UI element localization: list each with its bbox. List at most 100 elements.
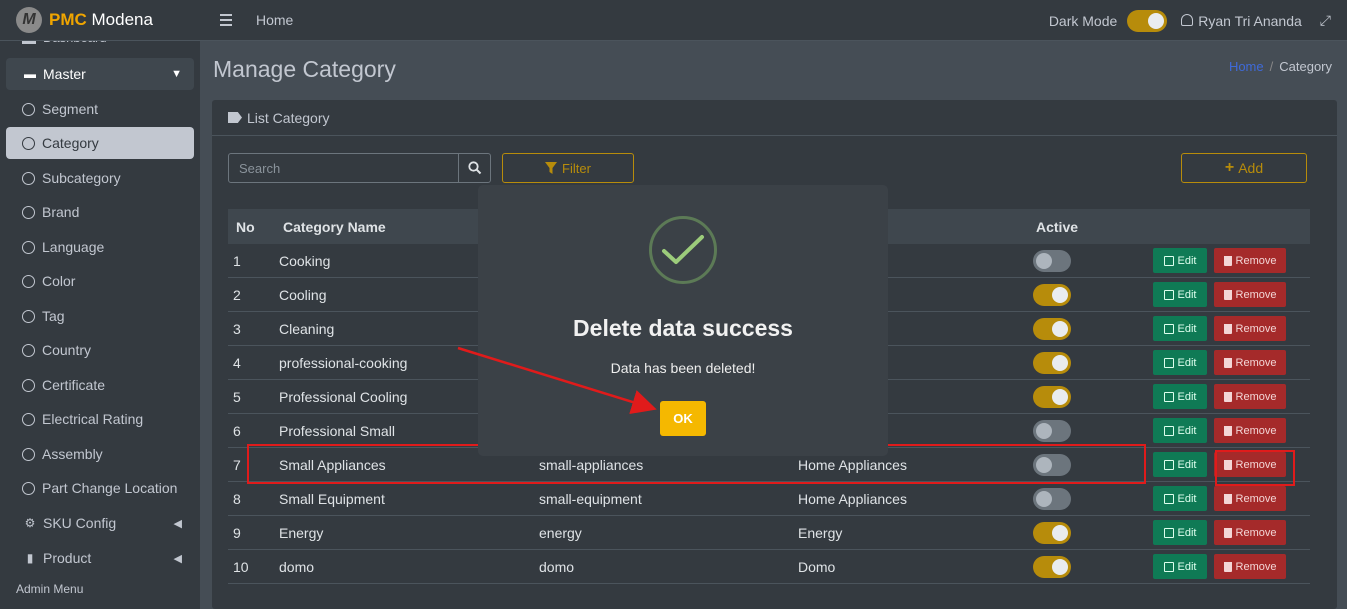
remove-button[interactable]: Remove — [1214, 520, 1286, 545]
circle-icon — [22, 378, 35, 392]
active-toggle[interactable] — [1033, 351, 1071, 374]
edit-icon — [1163, 323, 1174, 334]
remove-button[interactable]: Remove — [1214, 282, 1286, 307]
box-icon: ▮ — [26, 551, 34, 565]
active-cell — [1033, 555, 1071, 578]
sidebar-item-part-change-location[interactable]: Part Change Location — [6, 472, 194, 504]
active-toggle[interactable] — [1033, 283, 1071, 306]
active-toggle[interactable] — [1033, 419, 1071, 442]
trash-icon — [1223, 255, 1232, 266]
edit-icon — [1163, 357, 1174, 368]
search-button[interactable] — [458, 154, 490, 182]
sidebar-item-brand[interactable]: Brand — [6, 196, 194, 228]
success-check-icon — [649, 216, 717, 284]
sidebar-item-segment[interactable]: Segment — [6, 93, 194, 125]
sidebar-item-tag[interactable]: Tag — [6, 300, 194, 332]
sidebar-item-assembly[interactable]: Assembly — [6, 438, 194, 470]
edit-button[interactable]: Edit — [1153, 452, 1207, 477]
edit-icon — [1163, 493, 1174, 504]
sidebar-item-sku-config[interactable]: ⚙ SKU Config ◀ — [6, 507, 194, 539]
user-menu[interactable]: Ryan Tri Ananda — [1181, 13, 1302, 29]
brand[interactable]: M PMC Modena — [0, 0, 200, 41]
sidebar-item-color[interactable]: Color — [6, 265, 194, 297]
cell-no: 7 — [233, 456, 241, 473]
sidebar-item-label: Part Change Location — [42, 480, 178, 496]
trash-icon — [1223, 391, 1232, 402]
edit-button[interactable]: Edit — [1153, 282, 1207, 307]
active-toggle[interactable] — [1033, 521, 1071, 544]
cell-segment: Home Appliances — [798, 490, 907, 507]
sidebar-item-electrical-rating[interactable]: Electrical Rating — [6, 403, 194, 435]
edit-icon — [1163, 561, 1174, 572]
edit-label: Edit — [1177, 322, 1197, 335]
user-name: Ryan Tri Ananda — [1198, 12, 1302, 29]
dark-mode-label: Dark Mode — [1048, 12, 1118, 29]
remove-label: Remove — [1235, 254, 1277, 267]
sidebar-item-product[interactable]: ▮ Product ◀ — [6, 542, 194, 574]
sidebar-header-admin-menu: Admin Menu — [16, 582, 84, 596]
cell-slug: small-equipment — [539, 490, 642, 507]
edit-icon — [1163, 289, 1174, 300]
active-cell — [1033, 419, 1071, 442]
active-toggle[interactable] — [1033, 385, 1071, 408]
cell-no: 5 — [233, 388, 241, 405]
brand-logo: M — [16, 7, 42, 33]
sidebar-item-country[interactable]: Country — [6, 334, 194, 366]
remove-label: Remove — [1235, 424, 1277, 437]
dark-mode-toggle[interactable] — [1127, 9, 1168, 32]
trash-icon — [1223, 493, 1232, 504]
remove-label: Remove — [1235, 356, 1277, 369]
edit-button[interactable]: Edit — [1153, 316, 1207, 341]
edit-button[interactable]: Edit — [1153, 384, 1207, 409]
row-actions: Edit Remove — [1153, 554, 1286, 579]
circle-icon — [22, 343, 35, 357]
edit-label: Edit — [1177, 254, 1197, 267]
edit-label: Edit — [1177, 356, 1197, 369]
breadcrumb-current: Category — [1279, 59, 1332, 74]
active-toggle[interactable] — [1033, 249, 1071, 272]
sidebar-item-category[interactable]: Category — [6, 127, 194, 159]
remove-button[interactable]: Remove — [1214, 384, 1286, 409]
hamburger-icon[interactable] — [220, 14, 232, 26]
remove-button[interactable]: Remove — [1214, 418, 1286, 443]
add-button[interactable]: + Add — [1181, 153, 1307, 183]
filter-label: Filter — [562, 160, 591, 176]
active-toggle[interactable] — [1033, 555, 1071, 578]
remove-label: Remove — [1235, 526, 1277, 539]
breadcrumb-home[interactable]: Home — [1229, 59, 1264, 74]
remove-button[interactable]: Remove — [1214, 316, 1286, 341]
edit-button[interactable]: Edit — [1153, 520, 1207, 545]
edit-button[interactable]: Edit — [1153, 248, 1207, 273]
top-home-link[interactable]: Home — [256, 12, 293, 28]
edit-label: Edit — [1177, 424, 1197, 437]
edit-button[interactable]: Edit — [1153, 486, 1207, 511]
cell-no: 1 — [233, 252, 241, 269]
remove-button[interactable]: Remove — [1214, 248, 1286, 273]
ok-button[interactable]: OK — [660, 401, 706, 436]
sidebar-item-label: Category — [42, 135, 99, 151]
filter-button[interactable]: Filter — [502, 153, 634, 183]
topbar-right: Dark Mode Ryan Tri Ananda ⤢ — [1049, 0, 1331, 41]
cell-slug: energy — [539, 524, 582, 541]
edit-button[interactable]: Edit — [1153, 554, 1207, 579]
edit-button[interactable]: Edit — [1153, 418, 1207, 443]
search-input[interactable] — [229, 154, 458, 182]
active-toggle[interactable] — [1033, 317, 1071, 340]
sidebar-item-master[interactable]: ▬ Master ▼ — [6, 58, 194, 90]
remove-label: Remove — [1235, 322, 1277, 335]
cell-no: 10 — [233, 558, 249, 575]
remove-button[interactable]: Remove — [1214, 486, 1286, 511]
cell-no: 2 — [233, 286, 241, 303]
sidebar-item-language[interactable]: Language — [6, 231, 194, 263]
edit-button[interactable]: Edit — [1153, 350, 1207, 375]
sidebar-item-subcategory[interactable]: Subcategory — [6, 162, 194, 194]
row-actions: Edit Remove — [1153, 520, 1286, 545]
edit-icon — [1163, 459, 1174, 470]
circle-icon — [22, 102, 35, 116]
remove-button[interactable]: Remove — [1214, 554, 1286, 579]
breadcrumb-separator: / — [1269, 59, 1274, 74]
active-toggle[interactable] — [1033, 487, 1071, 510]
remove-button[interactable]: Remove — [1214, 350, 1286, 375]
sidebar-item-certificate[interactable]: Certificate — [6, 369, 194, 401]
fullscreen-icon[interactable]: ⤢ — [1320, 12, 1331, 29]
